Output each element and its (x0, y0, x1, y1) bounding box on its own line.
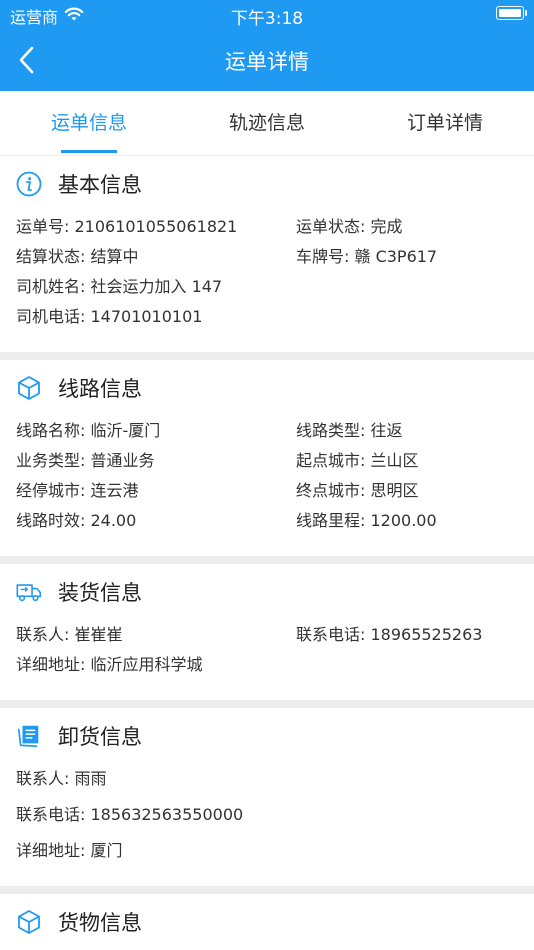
cube-icon (16, 375, 42, 401)
loading-address: 详细地址: 临沂应用科学城 (16, 655, 203, 674)
battery-icon (496, 6, 527, 20)
driver-phone: 司机电话: 14701010101 (16, 307, 203, 326)
end-city: 终点城市: 思明区 (296, 481, 419, 500)
truck-icon (16, 579, 42, 605)
section-title: 卸货信息 (58, 725, 142, 749)
status-bar: 运营商 下午3:18 (0, 0, 534, 30)
waybill-status: 运单状态: 完成 (296, 217, 403, 236)
route-timeliness: 线路时效: 24.00 (16, 511, 137, 530)
tab-track-info[interactable]: 轨迹信息 (178, 91, 356, 155)
route-name: 线路名称: 临沂-厦门 (16, 421, 161, 440)
start-city: 起点城市: 兰山区 (296, 451, 419, 470)
business-type: 业务类型: 普通业务 (16, 451, 155, 470)
loading-info-section: 装货信息 联系人: 崔崔崔 联系电话: 18965525263 详细地址: 临沂… (0, 564, 534, 700)
route-mileage: 线路里程: 1200.00 (296, 511, 437, 530)
tab-waybill-info[interactable]: 运单信息 (0, 91, 178, 155)
plate-number: 车牌号: 赣 C3P617 (296, 247, 438, 266)
tab-bar: 运单信息 轨迹信息 订单详情 (0, 91, 534, 156)
section-title: 装货信息 (58, 581, 142, 605)
page-title: 运单详情 (225, 50, 309, 74)
section-divider (0, 352, 534, 360)
section-title: 货物信息 (58, 911, 142, 935)
top-bar: 运营商 下午3:18 运单详情 (0, 0, 534, 91)
tab-order-detail[interactable]: 订单详情 (356, 91, 534, 155)
basic-info-section: 基本信息 运单号: 2106101055061821 运单状态: 完成 结算状态… (0, 156, 534, 352)
unloading-contact: 联系人: 雨雨 (16, 769, 107, 788)
section-divider (0, 556, 534, 564)
waybill-number: 运单号: 2106101055061821 (16, 217, 238, 236)
section-title: 基本信息 (58, 173, 142, 197)
nav-bar: 运单详情 (0, 30, 534, 91)
section-divider (0, 886, 534, 894)
route-info-section: 线路信息 线路名称: 临沂-厦门 线路类型: 往返 业务类型: 普通业务 起点城… (0, 360, 534, 556)
settlement-status: 结算状态: 结算中 (16, 247, 139, 266)
info-icon (16, 171, 42, 197)
cube-icon (16, 909, 42, 935)
unloading-info-section: 卸货信息 联系人: 雨雨 联系电话: 185632563550000 详细地址:… (0, 708, 534, 886)
clock: 下午3:18 (230, 9, 304, 29)
driver-name: 司机姓名: 社会运力加入 147 (16, 277, 223, 296)
loading-contact: 联系人: 崔崔崔 (16, 625, 123, 644)
section-title: 线路信息 (58, 377, 142, 401)
via-city: 经停城市: 连云港 (16, 481, 139, 500)
route-type: 线路类型: 往返 (296, 421, 403, 440)
clipboard-icon (16, 723, 42, 749)
cargo-info-section: 货物信息 (0, 894, 534, 950)
unloading-phone: 联系电话: 185632563550000 (16, 805, 244, 824)
unloading-address: 详细地址: 厦门 (16, 841, 123, 860)
section-divider (0, 700, 534, 708)
loading-phone: 联系电话: 18965525263 (296, 625, 483, 644)
